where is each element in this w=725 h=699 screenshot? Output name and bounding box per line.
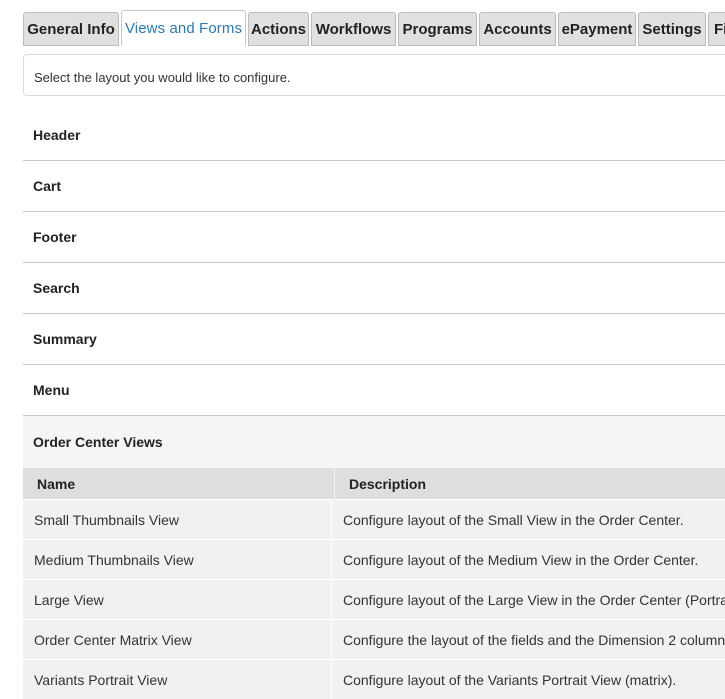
order-center-views-table: Name Description Small Thumbnails View C… — [23, 468, 725, 699]
tab-programs[interactable]: Programs — [398, 12, 477, 46]
column-header-name[interactable]: Name — [23, 468, 335, 499]
tab-accounts[interactable]: Accounts — [479, 12, 556, 46]
cell-name: Variants Portrait View — [23, 660, 332, 699]
section-summary[interactable]: Summary — [23, 314, 725, 365]
section-cart[interactable]: Cart — [23, 161, 725, 212]
table-row[interactable]: Large View Configure layout of the Large… — [23, 579, 725, 619]
info-text: Select the layout you would like to conf… — [34, 70, 291, 85]
tab-bar: General Info Views and Forms Actions Wor… — [23, 10, 725, 46]
cell-description: Configure layout of the Variants Portrai… — [343, 671, 677, 688]
cell-name: Small Thumbnails View — [23, 500, 332, 539]
cell-name: Medium Thumbnails View — [23, 540, 332, 579]
tab-workflows[interactable]: Workflows — [311, 12, 396, 46]
tab-epayment[interactable]: ePayment — [558, 12, 636, 46]
section-menu[interactable]: Menu — [23, 365, 725, 416]
tab-actions[interactable]: Actions — [248, 12, 309, 46]
section-footer[interactable]: Footer — [23, 212, 725, 263]
section-label: Header — [33, 127, 81, 143]
section-label: Order Center Views — [33, 434, 163, 450]
tab-views-and-forms[interactable]: Views and Forms — [121, 10, 246, 46]
table-row[interactable]: Medium Thumbnails View Configure layout … — [23, 539, 725, 579]
cell-name: Large View — [23, 580, 332, 619]
tab-fi[interactable]: Fi — [708, 12, 725, 46]
cell-description: Configure the layout of the fields and t… — [343, 631, 725, 648]
section-search[interactable]: Search — [23, 263, 725, 314]
info-message: Select the layout you would like to conf… — [23, 54, 725, 96]
column-label: Description — [349, 475, 427, 492]
column-header-description[interactable]: Description — [335, 468, 725, 499]
section-label: Search — [33, 280, 80, 296]
section-header[interactable]: Header — [23, 110, 725, 161]
cell-name: Order Center Matrix View — [23, 620, 332, 659]
table-row[interactable]: Variants Portrait View Configure layout … — [23, 659, 725, 699]
tab-general-info[interactable]: General Info — [23, 12, 119, 46]
column-label: Name — [37, 475, 76, 492]
cell-description: Configure layout of the Small View in th… — [343, 511, 684, 528]
cell-description: Configure layout of the Medium View in t… — [343, 551, 699, 568]
table-row[interactable]: Order Center Matrix View Configure the l… — [23, 619, 725, 659]
table-header: Name Description — [23, 468, 725, 499]
section-label: Footer — [33, 229, 77, 245]
section-label: Summary — [33, 331, 97, 347]
section-label: Cart — [33, 178, 62, 194]
table-row[interactable]: Small Thumbnails View Configure layout o… — [23, 499, 725, 539]
section-order-center-views[interactable]: Order Center Views — [23, 416, 725, 468]
tab-settings[interactable]: Settings — [638, 12, 706, 46]
cell-description: Configure layout of the Large View in th… — [343, 591, 725, 608]
section-label: Menu — [33, 382, 70, 398]
